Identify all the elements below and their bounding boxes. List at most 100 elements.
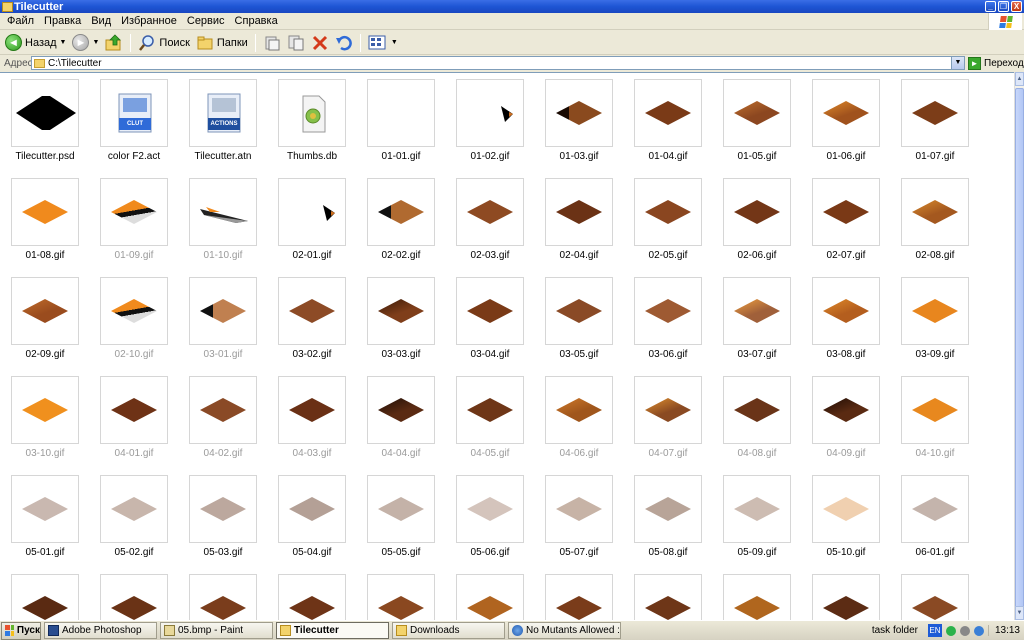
- task-downloads[interactable]: Downloads: [392, 622, 505, 639]
- file-item[interactable]: 05-06.gif: [449, 471, 531, 563]
- menu-edit[interactable]: Правка: [39, 15, 86, 27]
- search-button[interactable]: Поиск: [136, 32, 191, 54]
- file-item[interactable]: 01-07.gif: [894, 75, 976, 167]
- file-item[interactable]: [805, 570, 887, 620]
- file-item[interactable]: Thumbs.db: [271, 75, 353, 167]
- file-item[interactable]: Tilecutter.psd: [4, 75, 86, 167]
- file-item[interactable]: 04-04.gif: [360, 372, 442, 464]
- vertical-scrollbar[interactable]: ▲ ▼: [1014, 72, 1024, 620]
- file-item[interactable]: [716, 570, 798, 620]
- file-item[interactable]: 01-04.gif: [627, 75, 709, 167]
- file-item[interactable]: 02-10.gif: [93, 273, 175, 365]
- file-item[interactable]: 02-07.gif: [805, 174, 887, 266]
- file-item[interactable]: 03-02.gif: [271, 273, 353, 365]
- file-item[interactable]: 03-08.gif: [805, 273, 887, 365]
- file-item[interactable]: 04-02.gif: [182, 372, 264, 464]
- file-item[interactable]: ACTIONS Tilecutter.atn: [182, 75, 264, 167]
- file-item[interactable]: 03-07.gif: [716, 273, 798, 365]
- file-item[interactable]: 04-06.gif: [538, 372, 620, 464]
- file-item[interactable]: [360, 570, 442, 620]
- file-item[interactable]: 01-03.gif: [538, 75, 620, 167]
- language-indicator[interactable]: EN: [927, 624, 942, 637]
- folders-button[interactable]: Папки: [194, 32, 250, 54]
- file-item[interactable]: [449, 570, 531, 620]
- window-titlebar[interactable]: Tilecutter _ ❐ X: [0, 0, 1024, 13]
- file-item[interactable]: 03-03.gif: [360, 273, 442, 365]
- menu-tools[interactable]: Сервис: [182, 15, 230, 27]
- address-dropdown-icon[interactable]: ▼: [951, 57, 964, 69]
- forward-button[interactable]: ► ▼: [70, 32, 101, 54]
- file-item[interactable]: 05-07.gif: [538, 471, 620, 563]
- file-item[interactable]: 01-02.gif: [449, 75, 531, 167]
- file-item[interactable]: CLUT color F2.act: [93, 75, 175, 167]
- move-to-button[interactable]: [261, 32, 283, 54]
- file-item[interactable]: 06-01.gif: [894, 471, 976, 563]
- file-item[interactable]: 02-02.gif: [360, 174, 442, 266]
- file-item[interactable]: 05-01.gif: [4, 471, 86, 563]
- menu-favorites[interactable]: Избранное: [116, 15, 182, 27]
- file-item[interactable]: 03-01.gif: [182, 273, 264, 365]
- file-item[interactable]: 05-08.gif: [627, 471, 709, 563]
- file-item[interactable]: 02-09.gif: [4, 273, 86, 365]
- scroll-up-icon[interactable]: ▲: [1015, 72, 1024, 86]
- file-item[interactable]: [627, 570, 709, 620]
- file-item[interactable]: [894, 570, 976, 620]
- file-item[interactable]: 05-02.gif: [93, 471, 175, 563]
- volume-icon[interactable]: [959, 625, 970, 636]
- file-item[interactable]: 02-03.gif: [449, 174, 531, 266]
- file-item[interactable]: 04-10.gif: [894, 372, 976, 464]
- minimize-button[interactable]: _: [985, 1, 996, 12]
- delete-button[interactable]: [309, 32, 331, 54]
- file-item[interactable]: 05-05.gif: [360, 471, 442, 563]
- task-paint[interactable]: 05.bmp - Paint: [160, 622, 273, 639]
- file-item[interactable]: 01-09.gif: [93, 174, 175, 266]
- tray-app-icon[interactable]: [973, 625, 984, 636]
- copy-to-button[interactable]: [285, 32, 307, 54]
- file-item[interactable]: 05-03.gif: [182, 471, 264, 563]
- file-item[interactable]: 03-04.gif: [449, 273, 531, 365]
- file-item[interactable]: 02-01.gif: [271, 174, 353, 266]
- file-item[interactable]: [93, 570, 175, 620]
- undo-button[interactable]: [333, 32, 355, 54]
- file-item[interactable]: 04-08.gif: [716, 372, 798, 464]
- file-item[interactable]: 01-01.gif: [360, 75, 442, 167]
- views-button[interactable]: ▼: [366, 32, 400, 54]
- file-item[interactable]: [271, 570, 353, 620]
- file-item[interactable]: [4, 570, 86, 620]
- file-item[interactable]: 02-06.gif: [716, 174, 798, 266]
- file-item[interactable]: 05-04.gif: [271, 471, 353, 563]
- file-item[interactable]: [538, 570, 620, 620]
- tray-toolbar-label[interactable]: task folder: [872, 625, 918, 636]
- file-item[interactable]: 04-05.gif: [449, 372, 531, 464]
- close-button[interactable]: X: [1011, 1, 1022, 12]
- start-button[interactable]: Пуск: [1, 621, 41, 640]
- address-input[interactable]: C:\Tilecutter ▼: [31, 56, 965, 70]
- file-view[interactable]: Tilecutter.psd CLUT color F2.act ACTIONS Til…: [0, 72, 1014, 620]
- file-item[interactable]: 02-04.gif: [538, 174, 620, 266]
- file-item[interactable]: 03-10.gif: [4, 372, 86, 464]
- file-item[interactable]: 01-05.gif: [716, 75, 798, 167]
- file-item[interactable]: 01-10.gif: [182, 174, 264, 266]
- menu-view[interactable]: Вид: [86, 15, 116, 27]
- menu-file[interactable]: Файл: [2, 15, 39, 27]
- file-item[interactable]: 05-09.gif: [716, 471, 798, 563]
- file-item[interactable]: 02-05.gif: [627, 174, 709, 266]
- restore-button[interactable]: ❐: [998, 1, 1009, 12]
- file-item[interactable]: 04-03.gif: [271, 372, 353, 464]
- file-item[interactable]: 03-05.gif: [538, 273, 620, 365]
- file-item[interactable]: [182, 570, 264, 620]
- scroll-down-icon[interactable]: ▼: [1015, 606, 1024, 620]
- file-item[interactable]: 04-07.gif: [627, 372, 709, 464]
- file-item[interactable]: 04-01.gif: [93, 372, 175, 464]
- go-button[interactable]: ► Переход: [968, 56, 1024, 70]
- file-item[interactable]: 03-06.gif: [627, 273, 709, 365]
- file-item[interactable]: 05-10.gif: [805, 471, 887, 563]
- back-button[interactable]: ◄ Назад ▼: [3, 32, 68, 54]
- up-folder-button[interactable]: [103, 32, 125, 54]
- file-item[interactable]: 03-09.gif: [894, 273, 976, 365]
- task-tilecutter[interactable]: Tilecutter: [276, 622, 389, 639]
- file-item[interactable]: 01-06.gif: [805, 75, 887, 167]
- menu-help[interactable]: Справка: [230, 15, 283, 27]
- file-item[interactable]: 02-08.gif: [894, 174, 976, 266]
- file-item[interactable]: 04-09.gif: [805, 372, 887, 464]
